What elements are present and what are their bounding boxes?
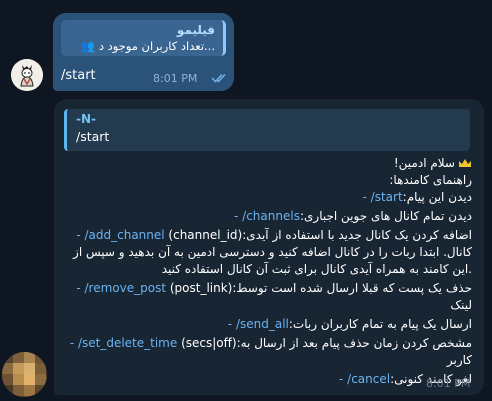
command-description: مشخص کردن زمان حذف پیام بعد از ارسال به	[240, 336, 472, 350]
command-link[interactable]: - /start	[363, 190, 403, 204]
command-link[interactable]: - /set_delete_time	[70, 336, 177, 350]
command-args: (post_link):	[166, 281, 237, 295]
command-description: دیدن تمام کانال های جوین اجباری	[304, 209, 472, 223]
crown-icon	[459, 159, 471, 167]
quoted-reply[interactable]: -N- /start	[64, 109, 470, 151]
command-args: (secs|off):	[177, 336, 241, 350]
command-description: لینک	[450, 298, 472, 312]
command-description: ارسال یک پیام به تمام کاربران ربات	[292, 317, 472, 331]
command-line: ارسال یک پیام به تمام کاربران ربات- /sen…	[228, 317, 472, 331]
reply-sender-name: فیلیمو	[176, 23, 215, 37]
command-line: .این کامند به همراه آیدی کانال برای ثبت …	[162, 262, 472, 276]
quote-sender-name: -N-	[76, 112, 97, 126]
command-link[interactable]: - /add_channel	[76, 228, 164, 242]
message-time: 8:01 PM	[153, 72, 198, 85]
command-description: .این کامند به همراه آیدی کانال برای ثبت …	[161, 262, 472, 276]
command-line: حذف یک پست که قبلا ارسال شده است توسط - /…	[76, 281, 472, 295]
reply-preview[interactable]: فیلیمو 👥 تعداد کاربران موجود د...	[61, 20, 226, 56]
greeting-text: سلام ادمین!	[393, 156, 455, 170]
bot-avatar[interactable]	[11, 59, 43, 91]
reply-snippet: 👥 تعداد کاربران موجود د...	[80, 39, 215, 53]
command-description: دیدن این پیام	[406, 190, 472, 204]
message-time: 8:01 PM	[426, 377, 471, 390]
command-link[interactable]: - /remove_post	[76, 281, 166, 295]
command-line: اضافه کردن یک کانال جدید با استفاده از آ…	[76, 228, 472, 242]
command-link[interactable]: - /send_all	[228, 317, 289, 331]
message-text[interactable]: /start	[61, 68, 96, 83]
command-description: حذف یک پست که قبلا ارسال شده است توسط	[236, 281, 472, 295]
command-description: کانال. ابتدا ربات را در کانال اضافه کنید…	[73, 245, 472, 259]
quote-text: /start	[76, 129, 110, 144]
command-link[interactable]: - /channels	[234, 209, 300, 223]
command-link[interactable]: - /cancel	[339, 372, 390, 386]
command-line: لینک	[450, 298, 472, 312]
command-line: دیدن تمام کانال های جوین اجباری - /channe…	[234, 209, 472, 223]
avatar-figure-icon	[11, 59, 43, 91]
command-line: مشخص کردن زمان حذف پیام بعد از ارسال به -…	[70, 336, 472, 350]
command-line: دیدن این پیام- /start:	[363, 190, 472, 204]
command-description: اضافه کردن یک کانال جدید با استفاده از آ…	[246, 228, 472, 242]
outgoing-message[interactable]: فیلیمو 👥 تعداد کاربران موجود د... /start…	[53, 13, 234, 91]
command-description: کاربر	[446, 353, 472, 367]
command-line: کانال. ابتدا ربات را در کانال اضافه کنید…	[73, 245, 472, 259]
user-avatar[interactable]	[2, 352, 47, 397]
greeting-line: سلام ادمین!	[394, 156, 472, 170]
command-args: (channel_id):	[164, 228, 247, 242]
guide-title: راهنمای کامندها:	[389, 173, 472, 187]
command-line: کاربر	[447, 353, 472, 367]
double-check-icon	[211, 73, 226, 83]
incoming-message[interactable]: -N- /start سلام ادمین! راهنمای کامندها: …	[54, 99, 484, 395]
